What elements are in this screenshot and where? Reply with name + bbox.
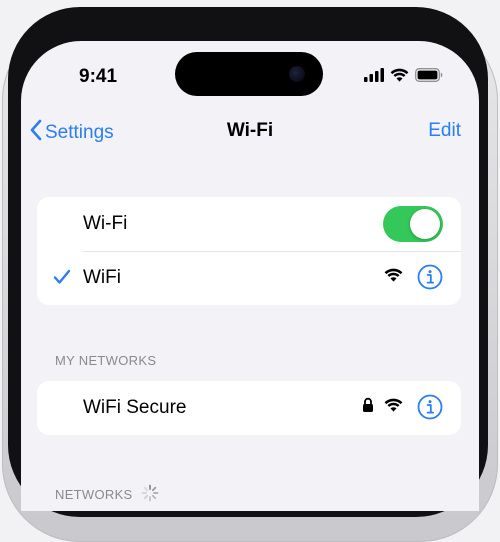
list-item[interactable]: WiFi Secure (37, 381, 461, 435)
screen: 9:41 Settings Wi-Fi Edit Wi-Fi WiFi MY N… (21, 41, 479, 511)
connected-network-name: WiFi (83, 267, 121, 288)
wifi-signal-icon (384, 268, 403, 287)
status-icons (364, 68, 443, 87)
nav-bar: Settings Wi-Fi Edit (21, 111, 479, 149)
spinner-icon (141, 484, 159, 505)
toggle-knob (410, 209, 440, 239)
dynamic-island (175, 52, 323, 96)
status-time: 9:41 (79, 66, 118, 87)
networks-header: NETWORKS (55, 484, 159, 505)
network-icons (362, 394, 443, 420)
page-title: Wi-Fi (226, 120, 274, 141)
edit-button[interactable]: Edit (428, 120, 461, 142)
front-camera (289, 66, 305, 82)
info-icon[interactable] (417, 394, 443, 420)
connected-network-icons (384, 264, 443, 290)
lock-icon (362, 397, 374, 418)
network-name: WiFi Secure (83, 397, 187, 418)
wifi-toggle-row: Wi-Fi (37, 197, 461, 252)
wifi-toggle-label: Wi-Fi (83, 213, 128, 234)
my-networks-group: WiFi Secure (37, 381, 461, 435)
wifi-group: Wi-Fi WiFi (37, 197, 461, 305)
info-icon[interactable] (417, 264, 443, 290)
checkmark-icon (53, 269, 71, 290)
wifi-toggle[interactable] (383, 206, 443, 242)
wifi-icon (390, 68, 409, 87)
wifi-signal-icon (384, 398, 403, 417)
connected-network-row[interactable]: WiFi (37, 251, 461, 305)
my-networks-header: MY NETWORKS (55, 353, 157, 368)
status-bar: 9:41 (21, 41, 479, 111)
cellular-icon (364, 68, 384, 87)
battery-icon (415, 68, 443, 87)
